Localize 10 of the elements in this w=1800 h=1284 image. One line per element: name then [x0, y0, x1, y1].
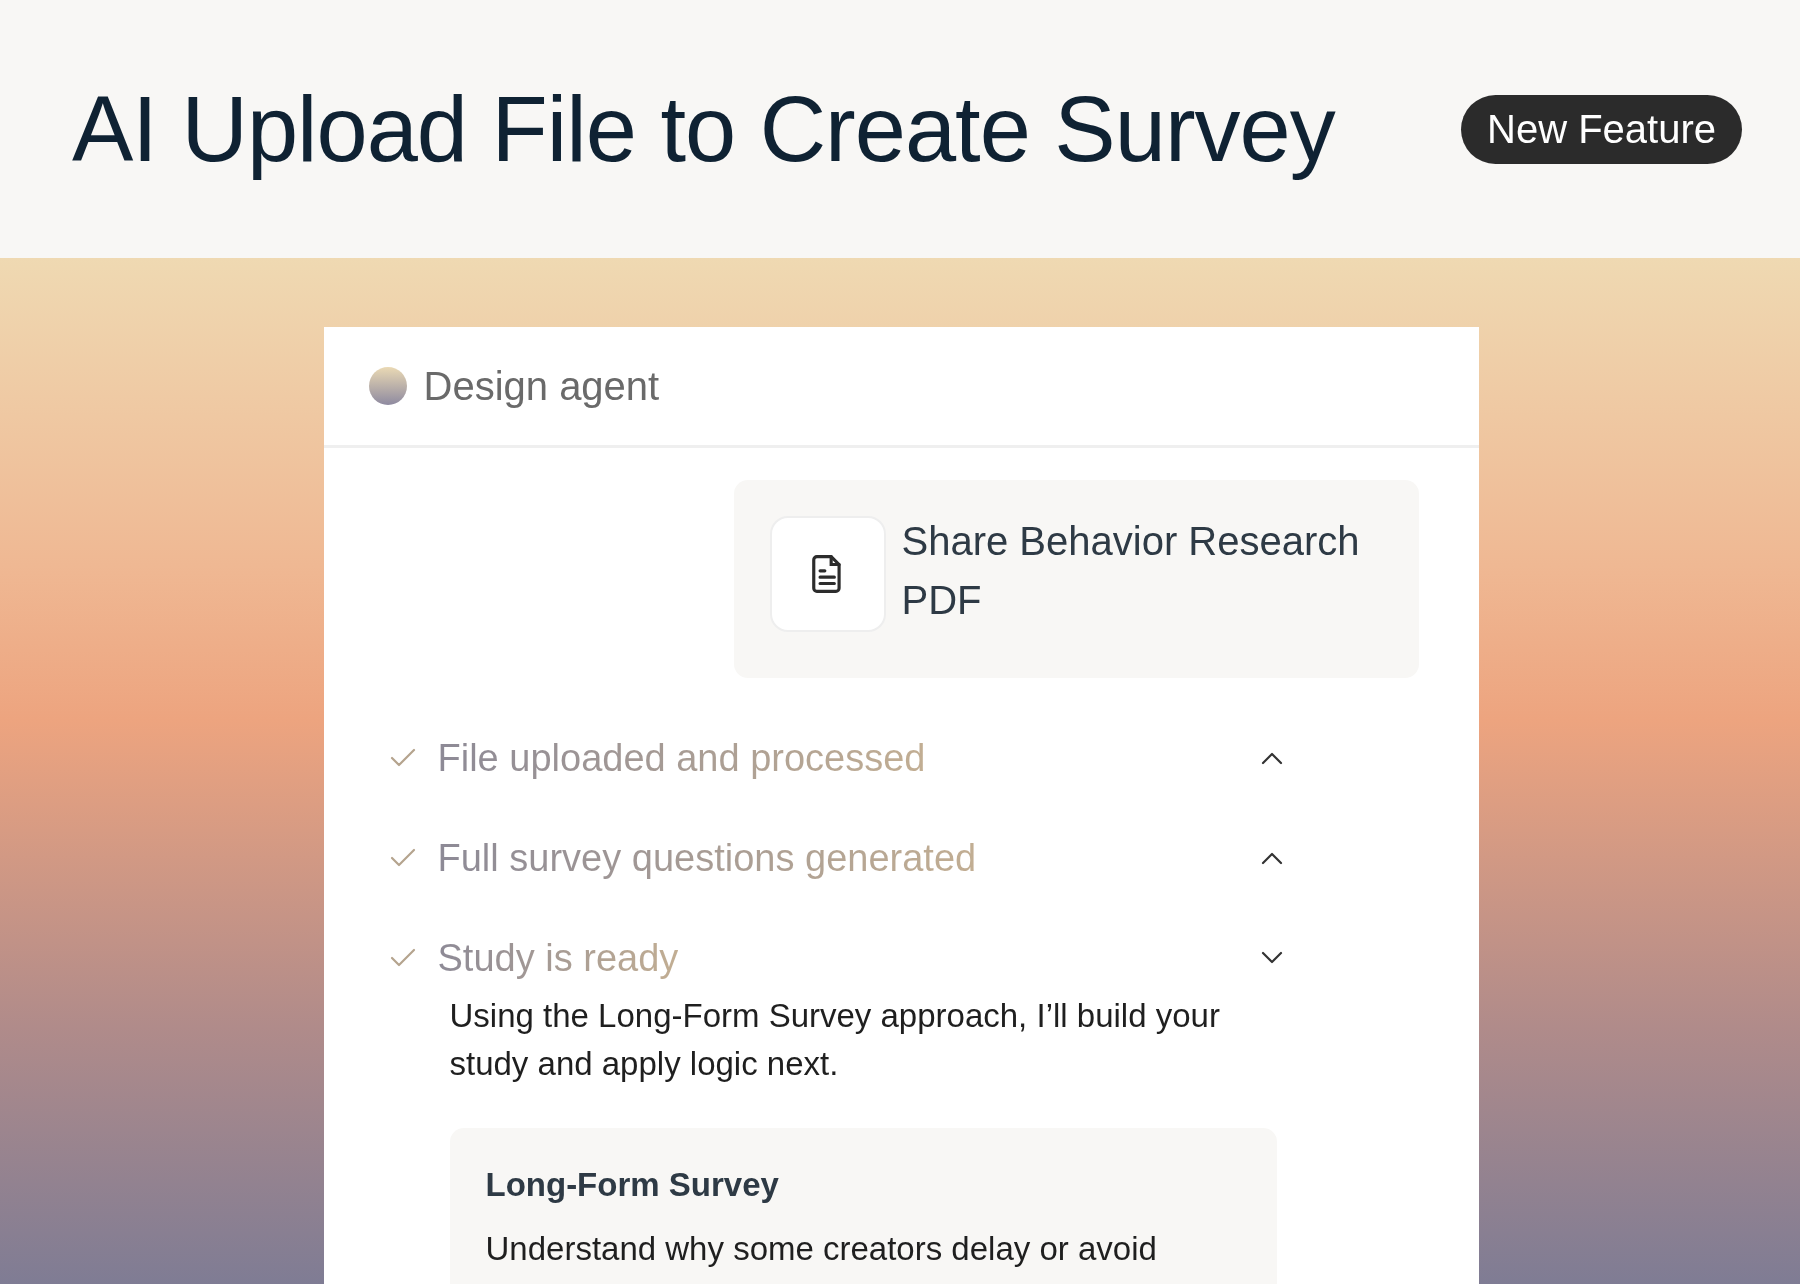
document-icon [769, 516, 886, 632]
option-title: Long-Form Survey [485, 1166, 780, 1204]
agent-avatar-icon [368, 367, 407, 405]
option-card[interactable]: Long-Form Survey Understand why some creators delay or avoid [449, 1128, 1277, 1284]
panel-title: Design agent [423, 363, 660, 409]
agent-message: Using the Long-Form Survey approach, I’ll build your study and apply logic next. [449, 996, 1221, 1084]
feature-badge: New Feature [1461, 94, 1742, 164]
attachment-name: Share Behavior Research PDF [901, 518, 1361, 624]
option-description: Understand why some creators delay or avoid [485, 1230, 1158, 1268]
page-title: AI Upload File to Create Survey [72, 76, 1335, 182]
